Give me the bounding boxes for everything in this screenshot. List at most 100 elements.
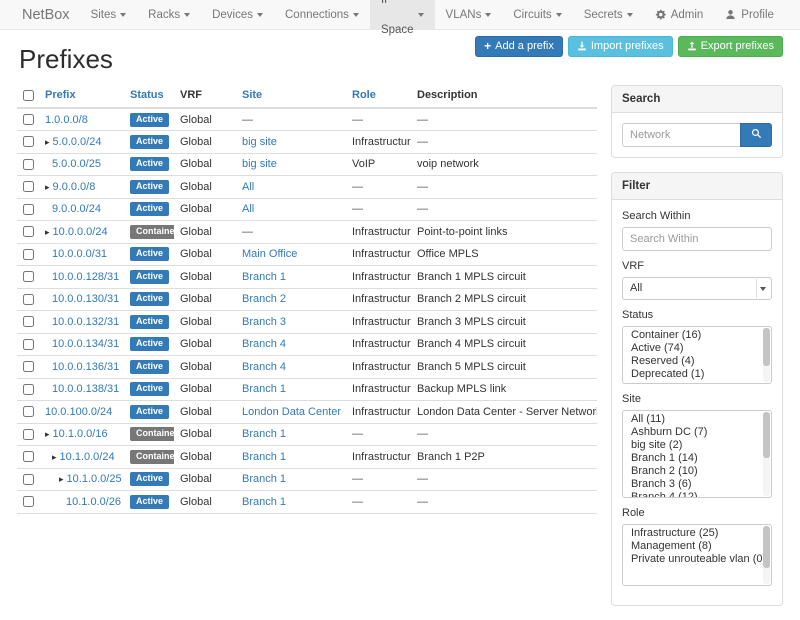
filter-option[interactable]: Private unrouteable vlan (0)	[623, 553, 771, 566]
prefix-link[interactable]: 10.0.0.128/31	[52, 271, 119, 283]
row-checkbox[interactable]	[23, 406, 34, 417]
prefix-link[interactable]: 5.0.0.0/24	[53, 136, 102, 148]
filter-option[interactable]: Reserved (4)	[623, 355, 771, 368]
site-link[interactable]: Branch 3	[242, 316, 286, 328]
nav-item-ip-space[interactable]: IP Space	[370, 0, 435, 29]
nav-item-devices[interactable]: Devices	[201, 0, 274, 29]
filter-option[interactable]: Ashburn DC (7)	[623, 426, 771, 439]
prefix-link[interactable]: 10.1.0.0/25	[67, 473, 122, 485]
site-link[interactable]: Branch 1	[242, 496, 286, 508]
prefix-link[interactable]: 5.0.0.0/25	[52, 158, 101, 170]
row-checkbox[interactable]	[23, 429, 34, 440]
row-checkbox[interactable]	[23, 226, 34, 237]
app-brand[interactable]: NetBox	[12, 0, 80, 29]
scrollbar[interactable]	[763, 412, 770, 496]
row-checkbox[interactable]	[23, 384, 34, 395]
prefix-link[interactable]: 1.0.0.0/8	[45, 114, 88, 126]
vrf-select[interactable]: All	[622, 277, 772, 300]
header-role[interactable]: Role	[346, 85, 411, 108]
nav-item-circuits[interactable]: Circuits	[502, 0, 572, 29]
nav-item-sites[interactable]: Sites	[80, 0, 138, 29]
prefix-link[interactable]: 10.0.0.136/31	[52, 361, 119, 373]
row-checkbox[interactable]	[23, 136, 34, 147]
prefix-link[interactable]: 10.1.0.0/16	[53, 428, 108, 440]
scrollbar[interactable]	[763, 526, 770, 584]
filter-option[interactable]: big site (2)	[623, 439, 771, 452]
row-checkbox[interactable]	[23, 316, 34, 327]
site-link[interactable]: Branch 1	[242, 383, 286, 395]
header-prefix[interactable]: Prefix	[39, 85, 124, 108]
site-link[interactable]: All	[242, 203, 254, 215]
filter-option[interactable]: Branch 2 (10)	[623, 465, 771, 478]
search-input[interactable]	[622, 123, 740, 147]
description-cell: —	[411, 491, 597, 514]
prefix-link[interactable]: 10.0.0.0/24	[53, 226, 108, 238]
row-checkbox[interactable]	[23, 294, 34, 305]
prefix-link[interactable]: 10.0.0.132/31	[52, 316, 119, 328]
nav-item-logout[interactable]: Log out	[785, 0, 800, 29]
row-checkbox[interactable]	[23, 474, 34, 485]
filter-option[interactable]: Active (74)	[623, 342, 771, 355]
status-filter-list[interactable]: Container (16)Active (74)Reserved (4)Dep…	[622, 326, 772, 384]
role-filter-list[interactable]: Infrastructure (25)Management (8)Private…	[622, 524, 772, 586]
filter-option[interactable]: Branch 3 (6)	[623, 478, 771, 491]
prefix-link[interactable]: 9.0.0.0/8	[53, 181, 96, 193]
row-checkbox[interactable]	[23, 181, 34, 192]
row-checkbox[interactable]	[23, 451, 34, 462]
prefix-link[interactable]: 10.0.0.138/31	[52, 383, 119, 395]
prefix-link[interactable]: 10.0.0.130/31	[52, 293, 119, 305]
site-link[interactable]: Branch 2	[242, 293, 286, 305]
nav-item-admin[interactable]: Admin	[644, 0, 715, 29]
header-status[interactable]: Status	[124, 85, 174, 108]
nav-item-secrets[interactable]: Secrets	[573, 0, 644, 29]
site-link[interactable]: Main Office	[242, 248, 297, 260]
add-prefix-button[interactable]: + Add a prefix	[475, 36, 563, 57]
vrf-cell: Global	[174, 333, 236, 356]
filter-option[interactable]: Management (8)	[623, 540, 771, 553]
site-filter-list[interactable]: All (11)Ashburn DC (7)big site (2)Branch…	[622, 410, 772, 498]
nav-item-racks[interactable]: Racks	[137, 0, 201, 29]
scrollbar[interactable]	[763, 328, 770, 382]
import-prefixes-button[interactable]: Import prefixes	[568, 36, 673, 57]
row-checkbox[interactable]	[23, 339, 34, 350]
row-checkbox[interactable]	[23, 496, 34, 507]
site-link[interactable]: big site	[242, 136, 277, 148]
filter-option[interactable]: Deprecated (1)	[623, 368, 771, 381]
plus-icon: +	[484, 40, 491, 52]
site-link[interactable]: big site	[242, 158, 277, 170]
site-link[interactable]: Branch 4	[242, 338, 286, 350]
select-all-checkbox[interactable]	[23, 90, 34, 101]
filter-option[interactable]: Container (16)	[623, 329, 771, 342]
filter-option[interactable]: All (11)	[623, 413, 771, 426]
site-link[interactable]: All	[242, 181, 254, 193]
site-link[interactable]: Branch 4	[242, 361, 286, 373]
row-checkbox[interactable]	[23, 159, 34, 170]
row-checkbox[interactable]	[23, 249, 34, 260]
filter-option[interactable]: Infrastructure (25)	[623, 527, 771, 540]
search-button[interactable]	[740, 123, 772, 147]
export-prefixes-button[interactable]: Export prefixes	[678, 36, 783, 57]
nav-item-vlans[interactable]: VLANs	[435, 0, 503, 29]
role-cell: —	[346, 108, 411, 131]
header-site[interactable]: Site	[236, 85, 346, 108]
filter-option[interactable]: Branch 1 (14)	[623, 452, 771, 465]
nav-item-profile[interactable]: Profile	[714, 0, 785, 29]
prefix-link[interactable]: 9.0.0.0/24	[52, 203, 101, 215]
row-checkbox[interactable]	[23, 361, 34, 372]
prefix-link[interactable]: 10.1.0.0/24	[60, 451, 115, 463]
site-link[interactable]: Branch 1	[242, 428, 286, 440]
prefix-link[interactable]: 10.0.100.0/24	[45, 406, 112, 418]
row-checkbox[interactable]	[23, 271, 34, 282]
row-checkbox[interactable]	[23, 114, 34, 125]
nav-item-connections[interactable]: Connections	[274, 0, 370, 29]
filter-option[interactable]: Branch 4 (12)	[623, 491, 771, 498]
site-link[interactable]: London Data Center	[242, 406, 341, 418]
prefix-link[interactable]: 10.0.0.134/31	[52, 338, 119, 350]
site-link[interactable]: Branch 1	[242, 271, 286, 283]
search-within-input[interactable]	[622, 227, 772, 251]
row-checkbox[interactable]	[23, 204, 34, 215]
site-link[interactable]: Branch 1	[242, 473, 286, 485]
prefix-link[interactable]: 10.1.0.0/26	[66, 496, 121, 508]
site-link[interactable]: Branch 1	[242, 451, 286, 463]
prefix-link[interactable]: 10.0.0.0/31	[52, 248, 107, 260]
